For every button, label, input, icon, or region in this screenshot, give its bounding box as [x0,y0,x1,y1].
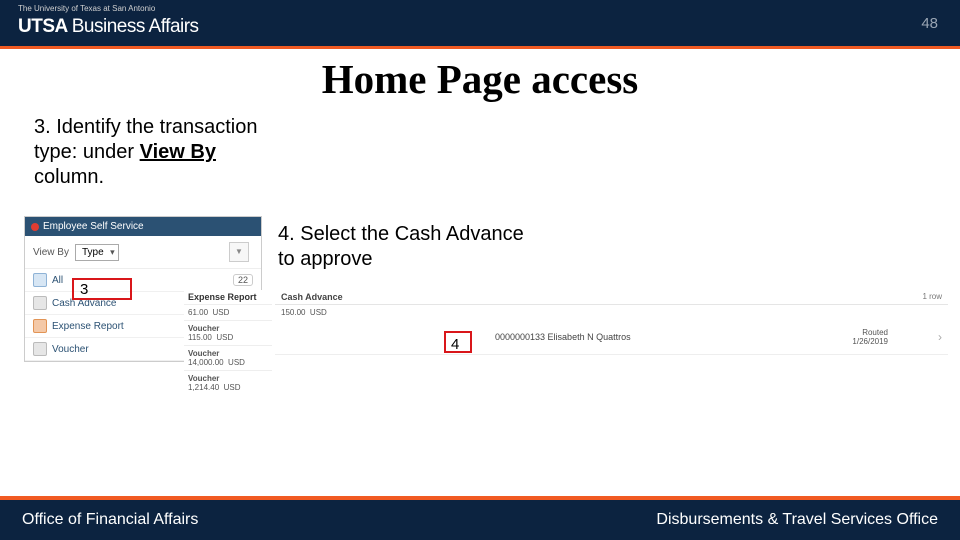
page-number: 48 [921,15,938,32]
university-tagline: The University of Texas at San Antonio [18,4,155,13]
er-row[interactable]: Voucher14,000.00 USD [184,345,272,370]
utsa-logo: UTSABusiness Affairs [18,16,199,38]
ca-row-count: 1 row [922,292,942,302]
footer-bar: Office of Financial Affairs Disbursement… [0,500,960,540]
type-icon [33,342,47,356]
type-name: All [52,275,228,286]
currency: USD [212,308,229,317]
callout3-number: 3 [80,281,88,298]
amount: 14,000.00 [188,358,224,367]
type-icon [33,273,47,287]
ca-row-status-block: Routed 1/26/2019 [852,328,888,346]
ess-label: Employee Self Service [43,221,144,232]
amount: 1,214.40 [188,383,219,392]
viewby-dropdown[interactable]: Type [75,244,119,261]
step3-text: 3. Identify the transaction type: under … [34,115,264,190]
currency: USD [228,358,245,367]
currency: USD [224,383,241,392]
viewby-label: View By [33,247,69,258]
filter-icon[interactable] [229,242,249,262]
slide-title: Home Page access [0,55,960,103]
er-row[interactable]: Voucher115.00 USD [184,320,272,345]
ca-date: 1/26/2019 [852,337,888,346]
er-row[interactable]: Voucher1,214.40 USD [184,370,272,395]
row-label: Voucher [188,349,219,358]
row-label: Voucher [188,324,219,333]
ca-currency: USD [310,308,327,317]
ca-status: Routed [862,328,888,337]
er-header: Expense Report [184,290,272,304]
slide-header: The University of Texas at San Antonio U… [0,0,960,46]
step4-text: 4. Select the Cash Advance to approve [278,222,538,272]
header-accent-line [0,46,960,49]
footer-right: Disbursements & Travel Services Office [656,511,938,529]
logo-bold: UTSA [18,16,68,37]
slide-footer: Office of Financial Affairs Disbursement… [0,496,960,540]
type-count: 22 [233,274,253,286]
footer-left: Office of Financial Affairs [22,511,198,529]
viewby-row: View By Type [25,236,261,269]
amount: 61.00 [188,308,208,317]
oracle-icon [31,223,39,231]
ca-header-label: Cash Advance [281,292,343,302]
amount: 115.00 [188,333,212,342]
er-row[interactable]: 61.00 USD [184,304,272,320]
screenshot-expense-list: Expense Report 61.00 USD Voucher115.00 U… [184,290,272,395]
currency: USD [216,333,233,342]
cash-advance-row[interactable]: 0000000133 Elisabeth N Quattros Routed 1… [275,320,948,355]
ess-header: Employee Self Service [25,217,261,236]
step3-bold: View By [140,141,216,163]
step3-suffix: column. [34,166,104,188]
type-icon [33,296,47,310]
type-row-all[interactable]: All 22 [25,269,261,292]
type-icon [33,319,47,333]
chevron-right-icon: › [938,330,942,344]
row-label: Voucher [188,374,219,383]
ca-amount-line: 150.00 USD [275,305,948,320]
ca-row-id: 0000000133 Elisabeth N Quattros [495,332,631,342]
ca-header-row: Cash Advance 1 row [275,290,948,305]
ca-amount: 150.00 [281,308,305,317]
callout4-number: 4 [451,336,459,353]
screenshot-cash-advance-panel: Cash Advance 1 row 150.00 USD 0000000133… [275,290,948,355]
logo-thin: Business Affairs [72,16,199,37]
